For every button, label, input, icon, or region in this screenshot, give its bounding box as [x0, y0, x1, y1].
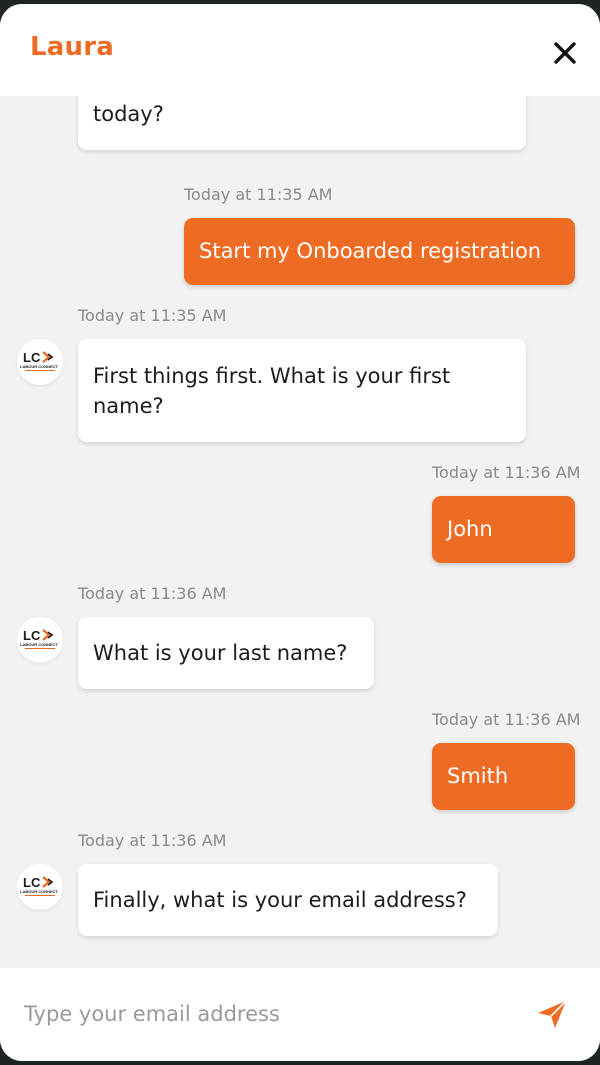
bot-message: Finally, what is your email address? [78, 864, 498, 936]
message-text: First things first. What is your first n… [93, 364, 451, 418]
message-timestamp: Today at 11:36 AM [78, 831, 227, 850]
message-timestamp: Today at 11:35 AM [78, 306, 227, 325]
user-message: Smith [432, 743, 575, 810]
agent-name: Laura [30, 32, 114, 62]
message-list[interactable]: today? Today at 11:35 AM Start my Onboar… [0, 4, 600, 1061]
email-input[interactable] [24, 992, 504, 1036]
message-text: John [447, 517, 493, 541]
logo-text: LC [23, 628, 41, 643]
bot-avatar: LC LABOUR CONNECT [17, 339, 63, 385]
send-icon [538, 1000, 567, 1028]
send-button[interactable] [534, 996, 570, 1032]
bot-avatar: LC LABOUR CONNECT [17, 617, 63, 663]
close-button[interactable] [548, 36, 582, 70]
bot-message: What is your last name? [78, 617, 374, 689]
message-timestamp: Today at 11:35 AM [184, 185, 333, 204]
close-icon [554, 42, 576, 64]
user-message: John [432, 496, 575, 563]
logo-subtext: LABOUR CONNECT [20, 642, 59, 647]
message-text: Smith [447, 764, 509, 788]
message-timestamp: Today at 11:36 AM [432, 710, 581, 729]
bot-message: First things first. What is your first n… [78, 339, 526, 442]
message-composer [0, 968, 600, 1061]
message-text: What is your last name? [93, 641, 348, 665]
message-timestamp: Today at 11:36 AM [432, 463, 581, 482]
logo-text: LC [23, 875, 41, 890]
bot-avatar: LC LABOUR CONNECT [17, 864, 63, 910]
message-text: Start my Onboarded registration [199, 239, 542, 263]
message-timestamp: Today at 11:36 AM [78, 584, 227, 603]
logo-subtext: LABOUR CONNECT [20, 364, 59, 369]
logo-subtext: LABOUR CONNECT [20, 889, 59, 894]
message-text: today? [93, 102, 164, 126]
chat-sheet: today? Today at 11:35 AM Start my Onboar… [0, 4, 600, 1061]
message-text: Finally, what is your email address? [93, 888, 467, 912]
user-message: Start my Onboarded registration [184, 218, 575, 285]
chat-header: Laura [0, 4, 600, 96]
logo-text: LC [23, 350, 41, 365]
